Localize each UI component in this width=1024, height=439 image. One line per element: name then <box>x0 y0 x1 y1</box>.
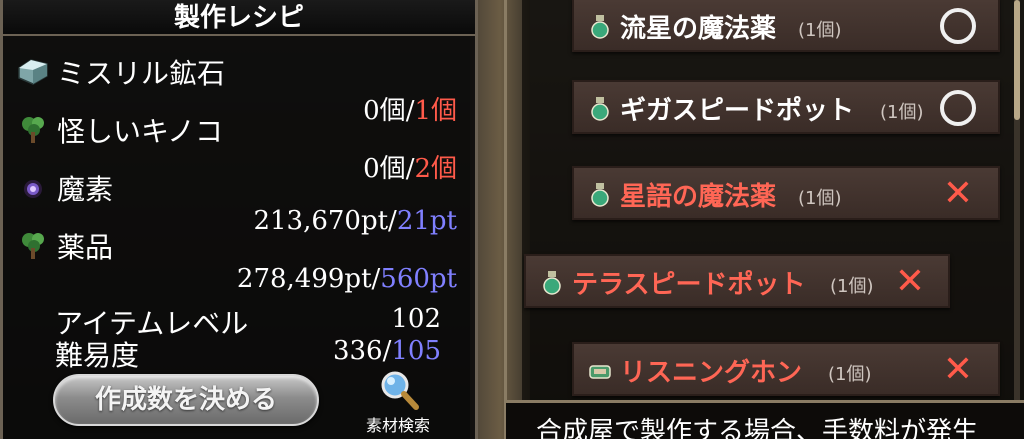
material-count: 0個/2個 <box>363 154 457 184</box>
scrollbar-thumb[interactable] <box>1014 0 1020 120</box>
footer-message: 合成屋で製作する場合、手数料が発生 <box>506 400 1024 439</box>
material-name: 魔素 <box>57 173 114 206</box>
not-craftable-x-icon: ✕ <box>942 349 974 390</box>
item-name: 星語の魔法薬 <box>620 182 777 212</box>
herb-icon <box>22 117 44 143</box>
item-quantity: (1個) <box>880 102 924 123</box>
list-frame <box>504 0 507 439</box>
not-craftable-x-icon: ✕ <box>894 261 926 302</box>
potion-icon <box>591 15 609 39</box>
material-search-button[interactable]: 素材検索 <box>353 368 443 436</box>
item-quantity: (1個) <box>828 364 872 385</box>
item-name: テラスピードポット <box>572 270 806 300</box>
material-name: 怪しいキノコ <box>57 115 224 148</box>
item-name: リスニングホン <box>620 358 803 388</box>
material-count: 278,499pt/560pt <box>236 264 457 294</box>
item-quantity: (1個) <box>798 188 842 209</box>
magnifier-icon <box>381 371 419 410</box>
recipe-list-item-selected[interactable]: テラスピードポット (1個) ✕ <box>524 254 950 308</box>
recipe-list-item[interactable]: リスニングホン (1個) ✕ <box>572 342 1000 396</box>
magic-orb-icon <box>24 180 42 198</box>
potion-icon <box>591 183 609 207</box>
not-craftable-x-icon: ✕ <box>942 173 974 214</box>
recipe-list-item[interactable]: 流星の魔法薬 (1個) <box>572 0 1000 52</box>
herb-icon <box>22 233 44 259</box>
difficulty-label: 難易度 <box>55 339 140 372</box>
item-quantity: (1個) <box>830 276 874 297</box>
difficulty-value: 336/105 <box>332 336 441 366</box>
material-count: 0個/1個 <box>363 96 457 126</box>
item-name: 流星の魔法薬 <box>620 14 777 44</box>
item-level-value: 102 <box>391 304 441 334</box>
recipe-title: 製作レシピ <box>3 0 475 36</box>
ore-icon <box>18 59 48 85</box>
potion-icon <box>543 271 561 295</box>
material-name: ミスリル鉱石 <box>57 57 226 90</box>
recipe-list-item[interactable]: 星語の魔法薬 (1個) ✕ <box>572 166 1000 220</box>
recipe-panel: 製作レシピ ミスリル鉱石 0個/1個 怪しいキノコ 0個/2個 魔素 213,6… <box>0 0 478 439</box>
item-name: ギガスピードポット <box>620 96 855 126</box>
material-count: 213,670pt/21pt <box>253 206 457 236</box>
craftable-circle-icon <box>940 90 976 126</box>
horn-icon <box>589 365 611 379</box>
decide-quantity-button[interactable]: 作成数を決める <box>53 374 319 426</box>
item-quantity: (1個) <box>798 20 842 41</box>
material-search-label: 素材検索 <box>365 416 430 435</box>
recipe-list-item[interactable]: ギガスピードポット (1個) <box>572 80 1000 134</box>
craftable-circle-icon <box>940 8 976 44</box>
material-name: 薬品 <box>57 231 114 264</box>
background-scene <box>470 0 530 439</box>
potion-icon <box>591 97 609 121</box>
